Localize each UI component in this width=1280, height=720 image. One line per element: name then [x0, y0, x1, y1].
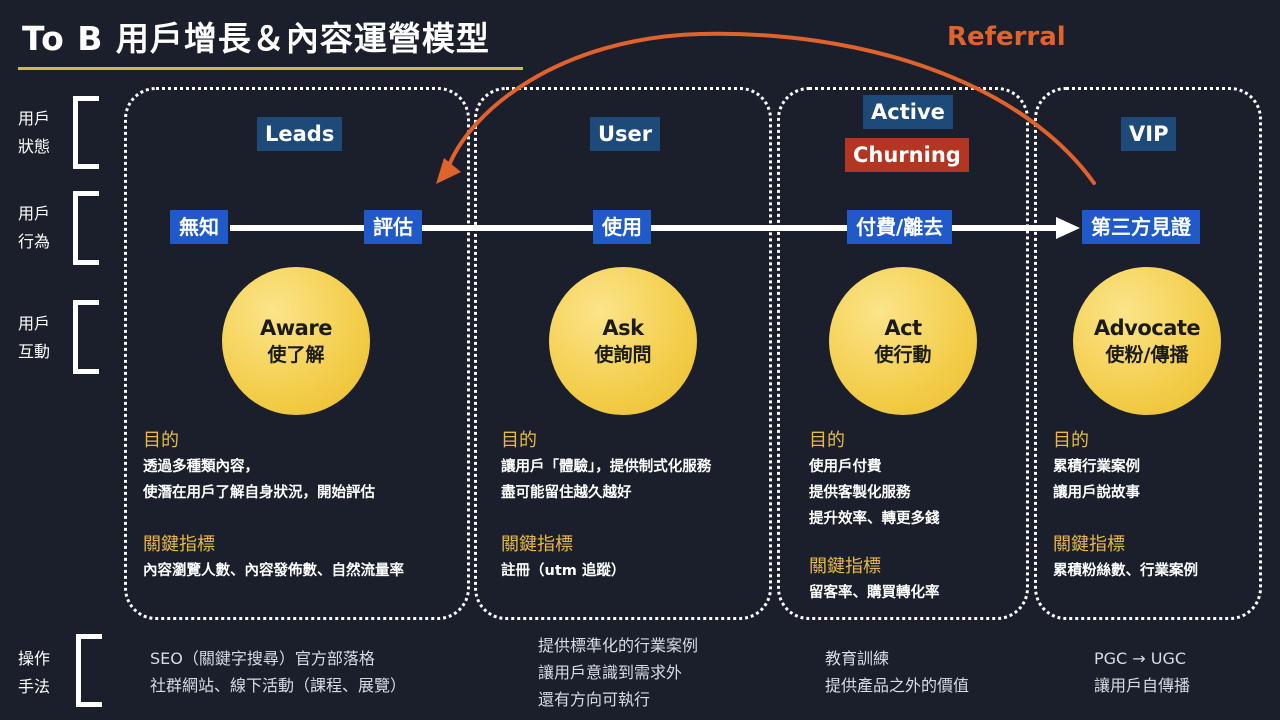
stage-circle-act: Act 使行動	[829, 267, 977, 415]
bracket-user-interaction	[73, 300, 99, 374]
operation-line: 讓用戶自傳播	[1094, 676, 1191, 695]
title-underline	[18, 67, 523, 70]
state-tag-leads: Leads	[257, 117, 343, 151]
kpi-heading: 關鍵指標	[809, 556, 881, 577]
referral-label: Referral	[947, 22, 1066, 52]
operations-act: 教育訓練 提供產品之外的價值	[825, 645, 969, 699]
page-title: To B 用戶增長＆內容運營模型	[22, 19, 490, 58]
state-tag-user: User	[590, 117, 661, 151]
stage-circle-aware: Aware 使了解	[222, 267, 370, 415]
row-label-user-interaction: 用戶 互動	[18, 314, 51, 361]
kpi-line: 內容瀏覽人數、內容發佈數、自然流量率	[143, 563, 404, 579]
bracket-user-state	[73, 96, 99, 169]
purpose-line: 使用戶付費	[809, 459, 882, 475]
details-ask: 目的 讓用戶「體驗」，提供制式化服務 盡可能留住越久越好 關鍵指標 註冊（utm…	[501, 428, 711, 584]
row-label-user-state: 用戶 狀態	[18, 109, 51, 156]
purpose-heading: 目的	[501, 430, 537, 451]
purpose-line: 盡可能留住越久越好	[501, 485, 632, 501]
purpose-heading: 目的	[809, 430, 845, 451]
stage-circle-advocate: Advocate 使粉/傳播	[1073, 267, 1221, 415]
operation-line: 提供標準化的行業案例	[538, 636, 699, 655]
purpose-line: 讓用戶說故事	[1053, 485, 1140, 501]
operations-advocate: PGC → UGC 讓用戶自傳播	[1094, 645, 1190, 699]
bracket-operations	[76, 634, 102, 707]
details-act: 目的 使用戶付費 提供客製化服務 提升效率、轉更多錢 關鍵指標 留客率、購買轉化…	[809, 428, 940, 606]
purpose-line: 累積行業案例	[1053, 459, 1140, 475]
kpi-line: 註冊（utm 追蹤）	[501, 563, 626, 579]
operations-ask: 提供標準化的行業案例 讓用戶意識到需求外 還有方向可執行	[538, 632, 698, 713]
purpose-line: 讓用戶「體驗」，提供制式化服務	[501, 459, 712, 475]
purpose-heading: 目的	[143, 430, 179, 451]
kpi-heading: 關鍵指標	[143, 534, 215, 555]
details-advocate: 目的 累積行業案例 讓用戶說故事 關鍵指標 累積粉絲數、行業案例	[1053, 428, 1198, 584]
operation-line: 還有方向可執行	[538, 690, 651, 709]
purpose-line: 提供客製化服務	[809, 485, 911, 501]
kpi-line: 留客率、購買轉化率	[809, 585, 940, 601]
operations-aware: SEO（關鍵字搜尋）官方部落格 社群網站、線下活動（課程、展覽）	[150, 645, 406, 699]
details-aware: 目的 透過多種類內容， 使潛在用戶了解自身狀況，開始評估 關鍵指標 內容瀏覽人數…	[143, 428, 404, 584]
action-tag-testimonial: 第三方見證	[1082, 210, 1200, 244]
state-tag-vip: VIP	[1121, 117, 1177, 151]
purpose-heading: 目的	[1053, 430, 1089, 451]
operation-line: 社群網站、線下活動（課程、展覽）	[150, 676, 407, 695]
state-tag-active: Active	[863, 95, 953, 129]
operation-line: SEO（關鍵字搜尋）官方部落格	[150, 649, 375, 668]
stage-circle-ask: Ask 使詢問	[549, 267, 697, 415]
row-label-operations: 操作 手法	[18, 649, 51, 696]
kpi-line: 累積粉絲數、行業案例	[1053, 563, 1198, 579]
operation-line: 提供產品之外的價值	[825, 676, 970, 695]
row-label-user-behavior: 用戶 行為	[18, 204, 51, 251]
action-tag-unaware: 無知	[170, 210, 228, 244]
bracket-user-behavior	[73, 191, 99, 265]
action-tag-use: 使用	[593, 210, 651, 244]
action-tag-evaluate: 評估	[364, 210, 422, 244]
purpose-line: 提升效率、轉更多錢	[809, 511, 940, 527]
purpose-line: 透過多種類內容，	[143, 459, 259, 475]
kpi-heading: 關鍵指標	[501, 534, 573, 555]
operation-line: 讓用戶意識到需求外	[538, 663, 683, 682]
action-tag-pay-leave: 付費/離去	[847, 210, 953, 244]
kpi-heading: 關鍵指標	[1053, 534, 1125, 555]
operation-line: PGC → UGC	[1094, 649, 1187, 668]
operation-line: 教育訓練	[825, 649, 890, 668]
state-tag-churning: Churning	[845, 138, 969, 172]
purpose-line: 使潛在用戶了解自身狀況，開始評估	[143, 485, 375, 501]
